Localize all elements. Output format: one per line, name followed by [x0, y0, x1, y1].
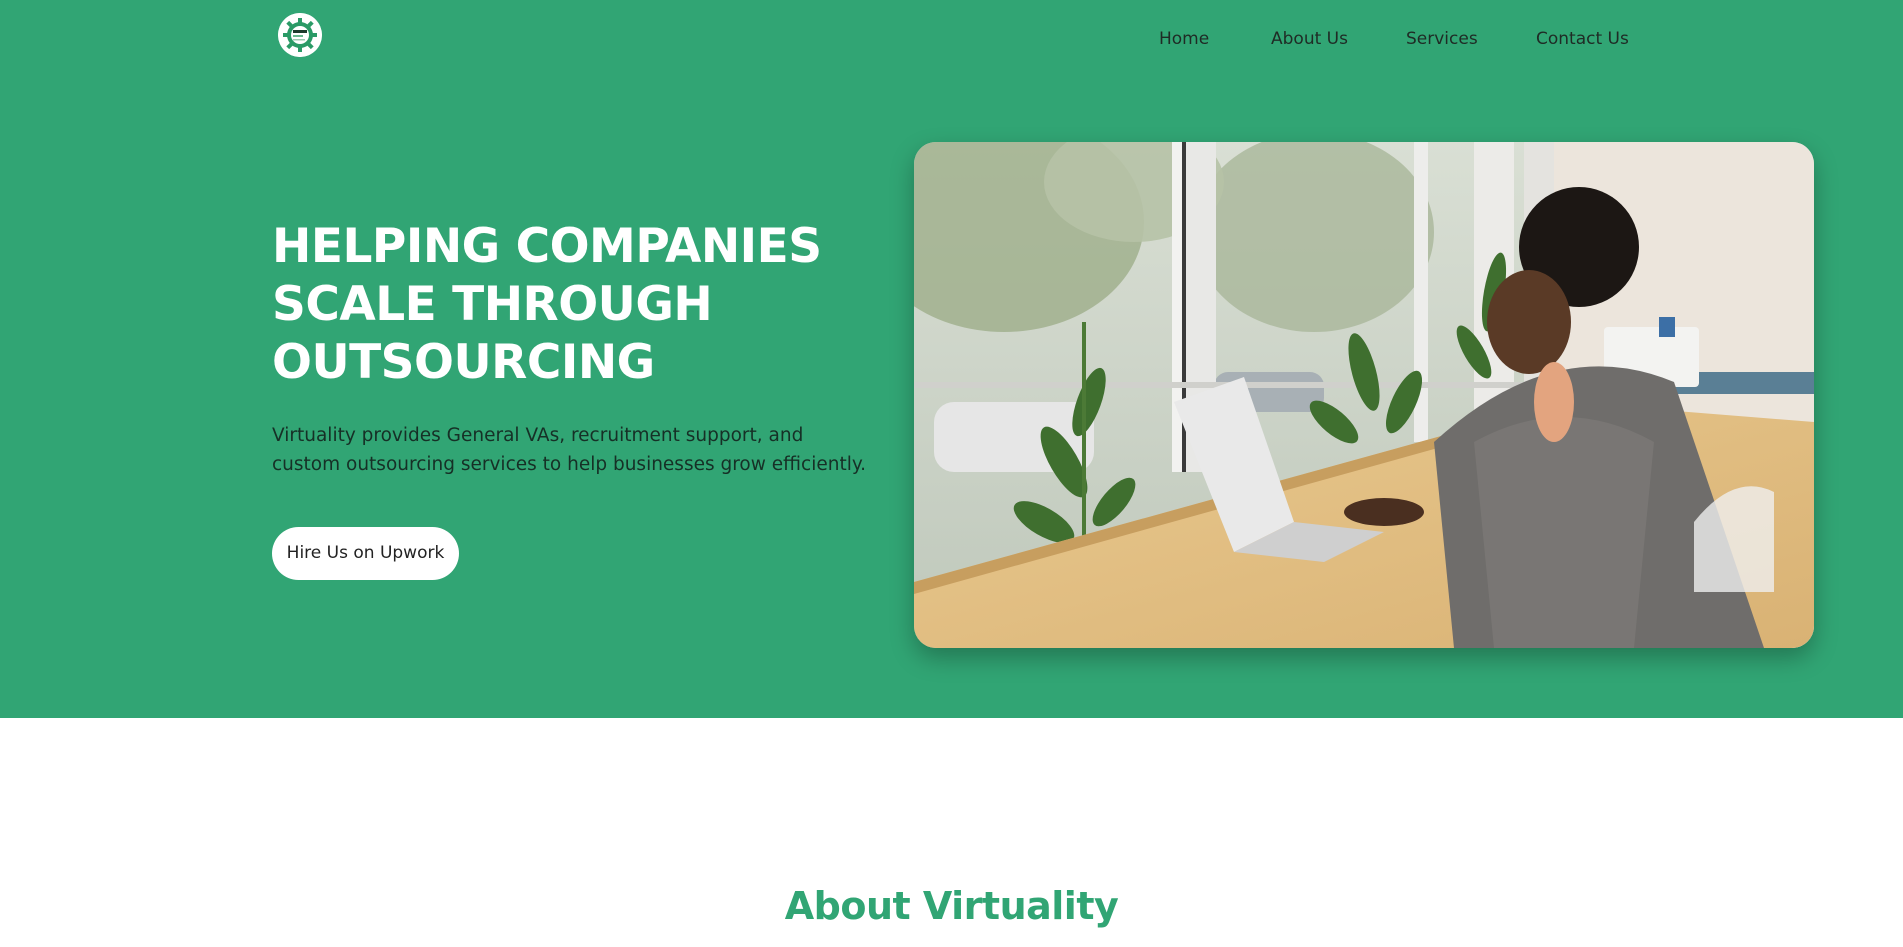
hero-title-line: HELPING COMPANIES: [272, 219, 822, 274]
hero-title-line: OUTSOURCING: [272, 335, 655, 390]
nav-home-link[interactable]: Home: [1159, 27, 1209, 51]
hero-section: Home About Us Services Contact Us HELPIN…: [0, 0, 1903, 718]
about-section-title: About Virtuality: [784, 884, 1119, 928]
hero-description: Virtuality provides General VAs, recruit…: [272, 425, 867, 475]
woman-typing-on-laptop-photo: [914, 142, 1814, 648]
hero-image: [914, 142, 1814, 648]
nav-about-link[interactable]: About Us: [1271, 27, 1348, 51]
main-nav: Home About Us Services Contact Us: [0, 27, 1903, 51]
hero-title-line: SCALE THROUGH: [272, 277, 713, 332]
hire-us-on-upwork-button[interactable]: Hire Us on Upwork: [272, 527, 459, 580]
nav-contact-link[interactable]: Contact Us: [1536, 27, 1629, 51]
nav-services-link[interactable]: Services: [1406, 27, 1478, 51]
hero-title: HELPING COMPANIES SCALE THROUGH OUTSOURC…: [272, 218, 912, 392]
